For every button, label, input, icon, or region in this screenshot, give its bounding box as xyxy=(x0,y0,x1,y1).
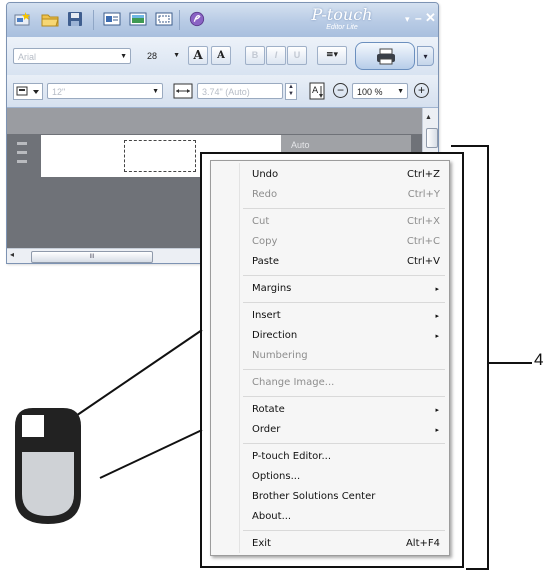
menu-item-solutions-center[interactable]: Brother Solutions Center xyxy=(214,487,446,507)
submenu-arrow-icon: ▸ xyxy=(435,426,439,434)
menu-item-margins[interactable]: Margins ▸ xyxy=(214,279,446,299)
menu-item-undo[interactable]: Undo Ctrl+Z xyxy=(214,165,446,185)
menu-item-numbering[interactable]: Numbering xyxy=(214,346,446,366)
submenu-arrow-icon: ▸ xyxy=(435,312,439,320)
menu-item-paste[interactable]: Paste Ctrl+V xyxy=(214,252,446,272)
menu-item-order[interactable]: Order ▸ xyxy=(214,420,446,440)
menu-item-options[interactable]: Options... xyxy=(214,467,446,487)
menu-item-ptouch-editor[interactable]: P-touch Editor... xyxy=(214,447,446,467)
menu-separator xyxy=(243,208,445,209)
menu-item-shortcut: Ctrl+Y xyxy=(407,189,440,200)
menu-item-label: Order xyxy=(252,424,281,435)
menu-separator xyxy=(243,396,445,397)
menu-item-label: Redo xyxy=(252,189,278,200)
menu-separator xyxy=(243,275,445,276)
menu-item-label: Options... xyxy=(252,471,301,482)
menu-item-label: Undo xyxy=(252,169,279,180)
menu-separator xyxy=(243,443,445,444)
menu-item-cut[interactable]: Cut Ctrl+X xyxy=(214,212,446,232)
menu-item-shortcut: Alt+F4 xyxy=(405,538,440,549)
menu-item-redo[interactable]: Redo Ctrl+Y xyxy=(214,185,446,205)
menu-item-label: Numbering xyxy=(252,350,308,361)
menu-item-label: Direction xyxy=(252,330,298,341)
menu-separator xyxy=(243,369,445,370)
menu-item-label: Rotate xyxy=(252,404,285,415)
menu-item-copy[interactable]: Copy Ctrl+C xyxy=(214,232,446,252)
menu-item-insert[interactable]: Insert ▸ xyxy=(214,306,446,326)
menu-item-label: Insert xyxy=(252,310,281,321)
submenu-arrow-icon: ▸ xyxy=(435,406,439,414)
menu-item-shortcut: Ctrl+Z xyxy=(406,169,440,180)
menu-item-label: Copy xyxy=(252,236,278,247)
menu-item-label: Cut xyxy=(252,216,270,227)
menu-item-label: Margins xyxy=(252,283,292,294)
menu-item-shortcut: Ctrl+C xyxy=(406,236,440,247)
menu-item-label: Paste xyxy=(252,256,279,267)
menu-item-label: About... xyxy=(252,511,292,522)
menu-item-shortcut: Ctrl+V xyxy=(406,256,440,267)
menu-item-label: P-touch Editor... xyxy=(252,451,332,462)
menu-item-label: Change Image... xyxy=(252,377,335,388)
submenu-arrow-icon: ▸ xyxy=(435,285,439,293)
menu-item-change-image[interactable]: Change Image... xyxy=(214,373,446,393)
menu-separator xyxy=(243,302,445,303)
menu-item-exit[interactable]: Exit Alt+F4 xyxy=(214,534,446,554)
menu-separator xyxy=(243,530,445,531)
submenu-arrow-icon: ▸ xyxy=(435,332,439,340)
menu-item-shortcut: Ctrl+X xyxy=(406,216,440,227)
mouse-icon xyxy=(15,408,81,524)
context-menu: Undo Ctrl+Z Redo Ctrl+Y Cut Ctrl+X Copy … xyxy=(210,160,450,556)
menu-item-rotate[interactable]: Rotate ▸ xyxy=(214,400,446,420)
menu-item-label: Brother Solutions Center xyxy=(252,491,376,502)
menu-item-label: Exit xyxy=(252,538,271,549)
menu-item-direction[interactable]: Direction ▸ xyxy=(214,326,446,346)
menu-item-about[interactable]: About... xyxy=(214,507,446,527)
